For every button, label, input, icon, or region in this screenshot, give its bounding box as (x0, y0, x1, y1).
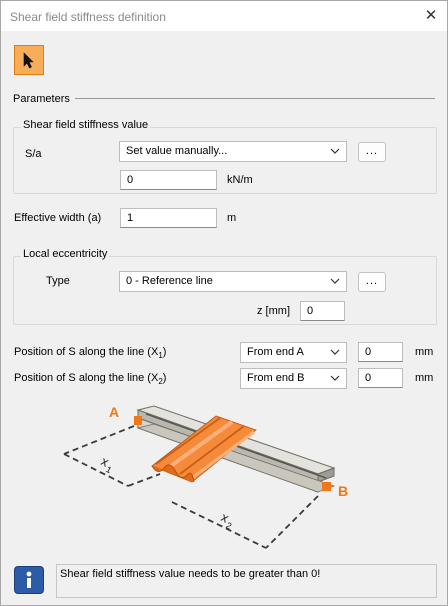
eccentricity-type-select[interactable]: 0 - Reference line (119, 271, 347, 292)
x2-dimension-label: x 2 (219, 509, 234, 531)
cursor-arrow-icon (23, 52, 34, 69)
end-b-marker (322, 482, 331, 491)
eccentricity-options-button[interactable]: ... (358, 272, 386, 292)
chevron-down-icon (330, 278, 340, 284)
chevron-down-icon (330, 349, 340, 355)
parameters-heading: Parameters (13, 93, 70, 105)
position-x2-input[interactable]: 0 (358, 368, 403, 388)
eccentricity-type-value: 0 - Reference line (126, 275, 213, 287)
window-title: Shear field stiffness definition (10, 10, 166, 24)
effective-width-unit: m (227, 212, 237, 224)
end-a-label: A (109, 404, 119, 420)
select-tool-button[interactable] (14, 45, 44, 75)
position-x1-select[interactable]: From end A (240, 342, 347, 363)
sa-unit-label: kN/m (227, 174, 253, 186)
sa-method-select[interactable]: Set value manually... (119, 141, 347, 162)
close-button[interactable]: ✕ (421, 6, 441, 26)
position-x2-select-value: From end B (247, 372, 305, 384)
eccentricity-type-label: Type (46, 275, 70, 287)
position-x2-select[interactable]: From end B (240, 368, 347, 389)
sa-value-input[interactable]: 0 (120, 170, 217, 190)
beam (136, 405, 336, 493)
sa-options-button[interactable]: ... (358, 142, 386, 162)
effective-width-label: Effective width (a) (14, 212, 102, 224)
position-x1-select-value: From end A (247, 346, 304, 358)
sa-label: S/a (25, 148, 42, 160)
chevron-down-icon (330, 375, 340, 381)
chevron-down-icon (330, 148, 340, 154)
z-value-input[interactable]: 0 (300, 301, 345, 321)
parameters-divider (75, 98, 435, 99)
title-bar: Shear field stiffness definition ✕ (1, 1, 447, 31)
shear-field-diagram: A B x 1 x 2 (63, 404, 348, 549)
sa-method-value: Set value manually... (126, 145, 228, 157)
stiffness-group-title: Shear field stiffness value (21, 119, 151, 131)
eccentricity-group-title: Local eccentricity (21, 248, 110, 260)
position-x1-label: Position of S along the line (X1) (14, 346, 167, 361)
info-icon (14, 566, 44, 594)
end-b-label: B (338, 483, 348, 499)
z-label: z [mm] (257, 305, 290, 317)
dialog-window: Shear field stiffness definition ✕ Param… (0, 0, 448, 606)
position-x2-unit: mm (415, 372, 434, 384)
position-x1-input[interactable]: 0 (358, 342, 403, 362)
position-x1-unit: mm (415, 346, 434, 358)
effective-width-input[interactable]: 1 (120, 208, 217, 228)
status-message: Shear field stiffness value needs to be … (56, 564, 437, 598)
end-a-marker (134, 416, 142, 425)
position-x2-label: Position of S along the line (X2) (14, 372, 167, 387)
